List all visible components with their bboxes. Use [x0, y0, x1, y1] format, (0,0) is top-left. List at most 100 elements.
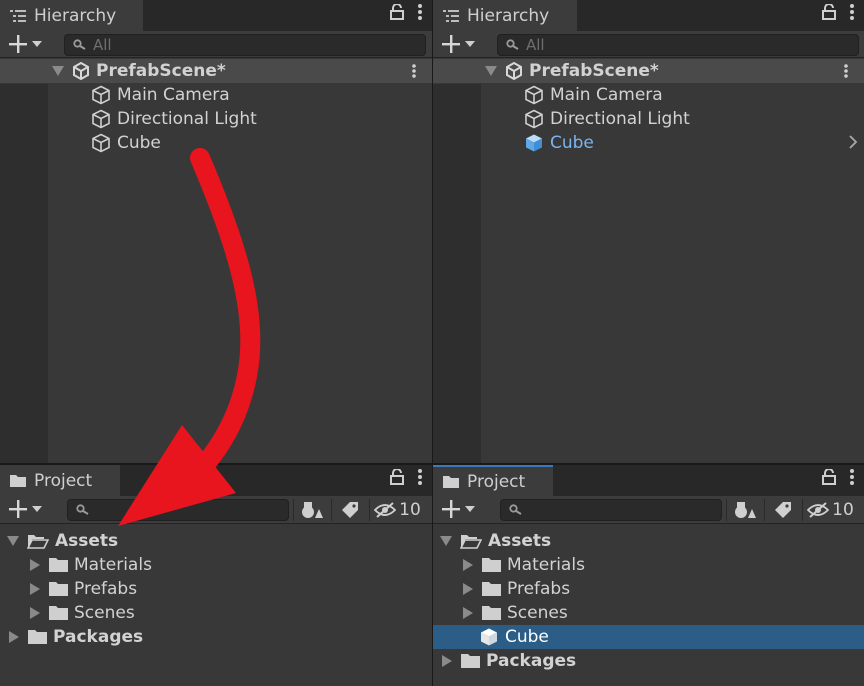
- tree-item-assets[interactable]: Assets: [433, 529, 864, 553]
- chevron-right-icon[interactable]: [848, 134, 858, 150]
- folder-icon: [10, 474, 26, 487]
- expand-arrow-icon[interactable]: [7, 536, 19, 546]
- hierarchy-item-main-camera[interactable]: Main Camera: [0, 83, 432, 107]
- shapes-icon: [301, 502, 323, 518]
- hierarchy-tab-bar: Hierarchy: [433, 0, 864, 31]
- hierarchy-search-input[interactable]: All: [64, 34, 426, 56]
- hierarchy-item-cube[interactable]: Cube: [0, 131, 432, 155]
- expand-arrow-icon[interactable]: [463, 559, 473, 571]
- lock-icon[interactable]: [390, 4, 404, 20]
- expand-arrow-icon[interactable]: [30, 583, 40, 595]
- kebab-menu-icon[interactable]: [850, 4, 854, 20]
- hierarchy-item-directional-light[interactable]: Directional Light: [433, 107, 864, 131]
- folder-icon: [482, 558, 501, 572]
- project-search-input[interactable]: [500, 499, 722, 521]
- expand-arrow-icon[interactable]: [463, 607, 473, 619]
- scene-row[interactable]: PrefabScene*: [0, 59, 432, 83]
- tree-item-packages[interactable]: Packages: [0, 625, 432, 649]
- hierarchy-tab-label: Hierarchy: [467, 5, 550, 26]
- hierarchy-tab[interactable]: Hierarchy: [433, 0, 577, 31]
- search-by-label-button[interactable]: [764, 499, 800, 521]
- kebab-menu-icon[interactable]: [850, 469, 854, 485]
- tree-item-prefabs[interactable]: Prefabs: [433, 577, 864, 601]
- tree-label: Prefabs: [507, 579, 571, 599]
- right-project-panel: Project 10 Assets Materials Prefabs Scen…: [433, 465, 864, 686]
- lock-icon[interactable]: [822, 469, 836, 485]
- hidden-packages-toggle[interactable]: 10: [369, 499, 425, 521]
- folder-icon: [461, 654, 480, 668]
- search-by-type-button[interactable]: [726, 499, 762, 521]
- project-search-input[interactable]: [67, 499, 289, 521]
- expand-arrow-icon[interactable]: [485, 66, 497, 76]
- project-tab-bar: Project: [0, 465, 432, 496]
- expand-arrow-icon[interactable]: [440, 536, 452, 546]
- project-tab[interactable]: Project: [0, 465, 120, 496]
- left-project-panel: Project 10 Assets Materials Prefabs Scen…: [0, 465, 432, 686]
- create-dropdown-button[interactable]: [8, 499, 42, 519]
- scene-name: PrefabScene*: [96, 61, 226, 81]
- plus-icon: [9, 500, 27, 518]
- gameobject-cube-icon: [92, 109, 110, 129]
- hierarchy-list-icon: [443, 9, 459, 22]
- folder-open-icon: [460, 535, 482, 549]
- tree-label: Packages: [53, 627, 144, 647]
- tree-item-scenes[interactable]: Scenes: [0, 601, 432, 625]
- search-placeholder: All: [526, 36, 545, 54]
- tree-item-prefabs[interactable]: Prefabs: [0, 577, 432, 601]
- item-label: Cube: [117, 133, 161, 153]
- hierarchy-search-input[interactable]: All: [497, 34, 859, 56]
- prefab-cube-icon: [526, 134, 542, 152]
- hierarchy-item-cube-prefab[interactable]: Cube: [433, 131, 864, 155]
- tree-item-cube-prefab[interactable]: Cube: [433, 625, 864, 649]
- expand-arrow-icon[interactable]: [52, 66, 64, 76]
- hierarchy-tab[interactable]: Hierarchy: [0, 0, 143, 31]
- tree-label: Assets: [488, 531, 552, 551]
- kebab-menu-icon[interactable]: [418, 469, 422, 485]
- item-label: Directional Light: [117, 109, 257, 129]
- create-dropdown-button[interactable]: [8, 34, 42, 54]
- create-dropdown-button[interactable]: [441, 499, 475, 519]
- tree-item-assets[interactable]: Assets: [0, 529, 432, 553]
- expand-arrow-icon[interactable]: [442, 655, 452, 667]
- tree-item-materials[interactable]: Materials: [0, 553, 432, 577]
- item-label: Main Camera: [550, 85, 663, 105]
- scene-menu-icon[interactable]: [412, 64, 416, 78]
- hierarchy-item-main-camera[interactable]: Main Camera: [433, 83, 864, 107]
- dropdown-arrow-icon: [465, 41, 475, 47]
- folder-icon: [482, 606, 501, 620]
- item-label: Directional Light: [550, 109, 690, 129]
- shapes-icon: [734, 502, 756, 518]
- plus-icon: [442, 35, 460, 53]
- expand-arrow-icon[interactable]: [9, 631, 19, 643]
- scene-row[interactable]: PrefabScene*: [433, 59, 864, 83]
- lock-icon[interactable]: [390, 469, 404, 485]
- kebab-menu-icon[interactable]: [418, 4, 422, 20]
- dropdown-arrow-icon: [32, 506, 42, 512]
- folder-open-icon: [27, 535, 49, 549]
- hierarchy-item-directional-light[interactable]: Directional Light: [0, 107, 432, 131]
- project-toolbar: 10: [0, 496, 432, 524]
- expand-arrow-icon[interactable]: [30, 559, 40, 571]
- tree-label: Materials: [507, 555, 585, 575]
- tree-label: Scenes: [74, 603, 135, 623]
- search-by-label-button[interactable]: [331, 499, 367, 521]
- scene-menu-icon[interactable]: [844, 64, 848, 78]
- tree-item-materials[interactable]: Materials: [433, 553, 864, 577]
- hidden-packages-toggle[interactable]: 10: [802, 499, 858, 521]
- expand-arrow-icon[interactable]: [30, 607, 40, 619]
- folder-icon: [49, 606, 68, 620]
- tree-item-packages[interactable]: Packages: [433, 649, 864, 673]
- folder-icon: [49, 558, 68, 572]
- project-tab[interactable]: Project: [433, 465, 553, 496]
- folder-icon: [443, 475, 459, 488]
- tree-item-scenes[interactable]: Scenes: [433, 601, 864, 625]
- hierarchy-toolbar: All: [433, 31, 864, 58]
- tree-label: Materials: [74, 555, 152, 575]
- dropdown-arrow-icon: [465, 506, 475, 512]
- lock-icon[interactable]: [822, 4, 836, 20]
- item-label: Main Camera: [117, 85, 230, 105]
- expand-arrow-icon[interactable]: [463, 583, 473, 595]
- folder-icon: [28, 630, 47, 644]
- create-dropdown-button[interactable]: [441, 34, 475, 54]
- search-by-type-button[interactable]: [293, 499, 329, 521]
